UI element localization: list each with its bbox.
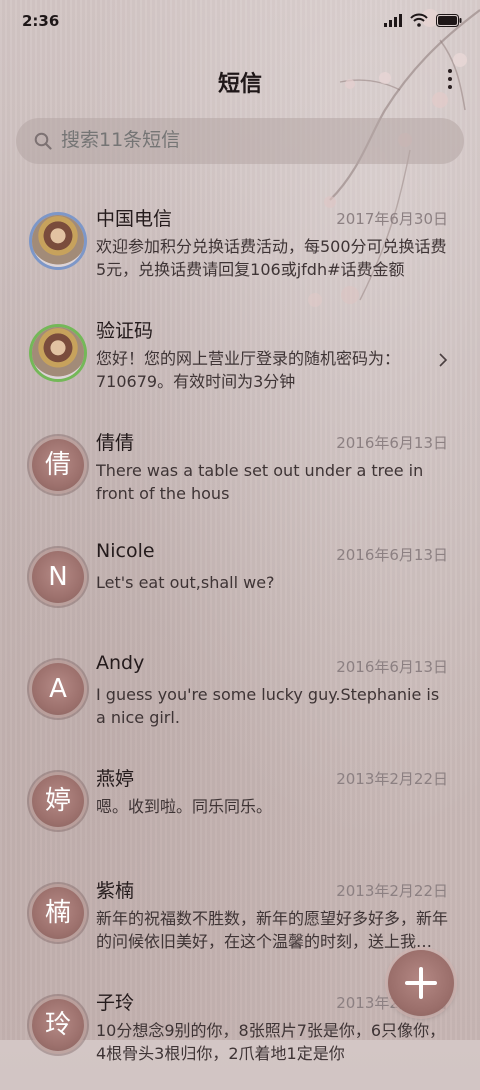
contact-avatar: N: [32, 551, 84, 603]
title-bar: 短信: [0, 62, 480, 98]
sender-name: Nicole: [96, 540, 155, 562]
page-title: 短信: [217, 72, 262, 97]
contact-avatar: 婷: [32, 775, 84, 827]
contact-avatar: 楠: [32, 887, 84, 939]
message-date: 2016年6月13日: [336, 434, 448, 452]
sender-name: 子玲: [96, 992, 135, 1014]
sender-name: 倩倩: [96, 432, 135, 454]
message-preview: 新年的祝福数不胜数，新年的愿望好多好多，新年的问候依旧美好，在这个温馨的时刻，送…: [96, 909, 448, 951]
contact-photo-avatar: [32, 327, 84, 379]
message-preview: Let's eat out,shall we?: [96, 573, 275, 592]
search-bar[interactable]: [16, 118, 464, 164]
contact-avatar: 玲: [32, 999, 84, 1051]
message-item[interactable]: 倩 倩倩 2016年6月13日 There was a table set ou…: [0, 418, 480, 530]
battery-icon: [436, 13, 462, 27]
message-preview: I guess you're some lucky guy.Stephanie …: [96, 685, 440, 727]
message-item[interactable]: N Nicole 2016年6月13日 Let's eat out,shall …: [0, 530, 480, 642]
message-preview: 嗯。收到啦。同乐同乐。: [96, 797, 273, 816]
sender-name: 燕婷: [96, 768, 135, 790]
sender-name: Andy: [96, 652, 145, 674]
message-item[interactable]: 验证码 您好！您的网上营业厅登录的随机密码为：710679。有效时间为3分钟: [0, 306, 480, 418]
wifi-icon: [410, 13, 428, 27]
status-bar: 2:36: [0, 0, 480, 44]
message-date: 2016年6月13日: [336, 658, 448, 676]
message-date: 2013年2月22日: [336, 770, 448, 788]
contact-avatar: 倩: [32, 439, 84, 491]
compose-button[interactable]: [388, 950, 454, 1016]
message-date: 2017年6月30日: [336, 210, 448, 228]
message-item[interactable]: 中国电信 2017年6月30日 欢迎参加积分兑换话费活动，每500分可兑换话费5…: [0, 194, 480, 306]
message-preview: There was a table set out under a tree i…: [96, 461, 424, 503]
message-preview: 您好！您的网上营业厅登录的随机密码为：710679。有效时间为3分钟: [96, 349, 401, 391]
contact-avatar: A: [32, 663, 84, 715]
status-time: 2:36: [22, 12, 60, 30]
contact-photo-avatar: [32, 215, 84, 267]
search-icon: [34, 132, 52, 150]
search-input[interactable]: [61, 129, 441, 151]
sender-name: 验证码: [96, 320, 154, 342]
sender-name: 紫楠: [96, 880, 135, 902]
message-date: 2013年2月22日: [336, 882, 448, 900]
message-item[interactable]: A Andy 2016年6月13日 I guess you're some lu…: [0, 642, 480, 754]
chevron-right-icon[interactable]: [438, 352, 448, 368]
status-icons: [384, 13, 462, 27]
message-item[interactable]: 婷 燕婷 2013年2月22日 嗯。收到啦。同乐同乐。: [0, 754, 480, 866]
message-preview: 10分想念9别的你，8张照片7张是你，6只像你，4根骨头3根归你，2爪着地1定是…: [96, 1021, 446, 1063]
message-preview: 欢迎参加积分兑换话费活动，每500分可兑换话费5元，兑换话费请回复106或jfd…: [96, 237, 447, 279]
sender-name: 中国电信: [96, 208, 173, 230]
message-date: 2016年6月13日: [336, 546, 448, 564]
more-icon[interactable]: [446, 66, 454, 92]
signal-icon: [384, 13, 402, 27]
